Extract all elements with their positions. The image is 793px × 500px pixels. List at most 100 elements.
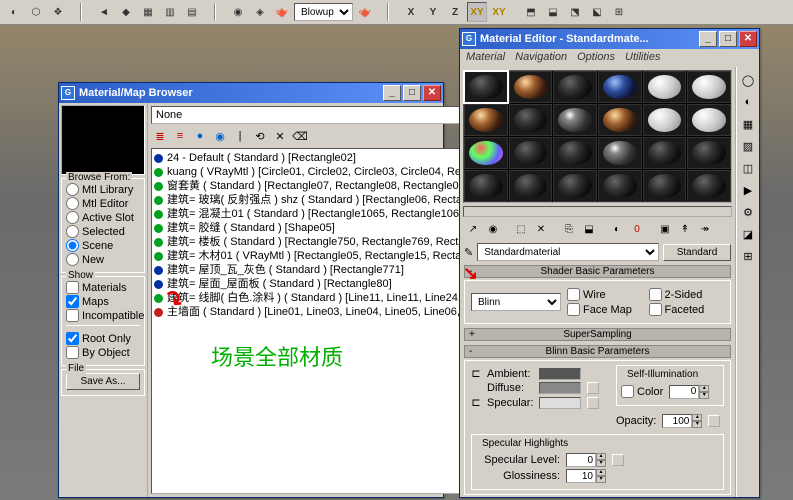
lock-icon[interactable]: ⊏ <box>471 396 481 409</box>
minimize-button[interactable]: _ <box>699 31 717 47</box>
tool-btn-e[interactable]: ⊞ <box>609 2 629 22</box>
sample-slot[interactable] <box>553 104 597 136</box>
tool-btn-track[interactable]: ▤ <box>182 2 202 22</box>
sample-slot[interactable] <box>509 170 553 202</box>
teapot-icon-2[interactable]: 🫖 <box>355 2 375 22</box>
radio-selected[interactable]: Selected <box>66 225 140 238</box>
opacity-spinner[interactable]: ▴▾ <box>662 414 702 428</box>
sample-slot[interactable] <box>643 137 687 169</box>
mat-nav-icon[interactable]: ⊞ <box>739 247 757 265</box>
close-button[interactable]: ✕ <box>739 31 757 47</box>
chk-wire[interactable]: Wire <box>567 288 643 301</box>
view-list-icon[interactable]: ≣ <box>151 127 169 145</box>
tool-redo[interactable]: ◆ <box>116 2 136 22</box>
sample-slot[interactable] <box>509 71 553 103</box>
view-list2-icon[interactable]: ≡ <box>171 127 189 145</box>
render-mode-select[interactable]: Blowup <box>294 3 353 21</box>
chk-incompatible[interactable]: Incompatible <box>66 309 140 322</box>
maximize-button[interactable]: □ <box>403 85 421 101</box>
sample-slot[interactable] <box>687 71 731 103</box>
sample-slot[interactable] <box>553 137 597 169</box>
make-unique-icon[interactable]: ⬓ <box>580 220 598 238</box>
sample-slot[interactable] <box>464 137 508 169</box>
sample-slot[interactable] <box>553 170 597 202</box>
shader-select[interactable]: Blinn <box>471 293 561 311</box>
specular-map-btn[interactable] <box>587 397 599 409</box>
reset-icon[interactable]: ✕ <box>532 220 550 238</box>
sample-type-icon[interactable]: ◯ <box>739 71 757 89</box>
radio-mtl-editor[interactable]: Mtl Editor <box>66 197 140 210</box>
axis-xy-button[interactable]: XY <box>467 2 487 22</box>
backlight-icon[interactable]: ◐ <box>739 93 757 111</box>
sample-slots[interactable] <box>463 70 732 203</box>
save-as-button[interactable]: Save As... <box>66 373 140 390</box>
make-copy-icon[interactable]: ⎘ <box>560 220 578 238</box>
chk-materials[interactable]: Materials <box>66 281 140 294</box>
options-icon[interactable]: ⚙ <box>739 203 757 221</box>
sample-slot[interactable] <box>598 137 642 169</box>
go-forward-icon[interactable]: ↠ <box>696 220 714 238</box>
radio-mtl-library[interactable]: Mtl Library <box>66 183 140 196</box>
delete-from-lib-icon[interactable]: ✕ <box>271 127 289 145</box>
show-map-icon[interactable]: 0 <box>628 220 646 238</box>
tool-btn-render1[interactable]: ◉ <box>228 2 248 22</box>
axis-y-button[interactable]: Y <box>423 2 443 22</box>
menu-options[interactable]: Options <box>577 51 615 65</box>
si-spinner[interactable]: ▴▾ <box>669 385 709 399</box>
select-by-mat-icon[interactable]: ◪ <box>739 225 757 243</box>
sample-slot[interactable] <box>598 170 642 202</box>
sample-slot[interactable] <box>509 104 553 136</box>
go-parent-icon[interactable]: ↟ <box>676 220 694 238</box>
menu-navigation[interactable]: Navigation <box>515 51 567 65</box>
make-preview-icon[interactable]: ▶ <box>739 181 757 199</box>
opacity-map-btn[interactable] <box>708 415 720 427</box>
axis-z-button[interactable]: Z <box>445 2 465 22</box>
put-to-lib-icon[interactable]: ◐ <box>608 220 626 238</box>
specular-swatch[interactable] <box>539 397 581 409</box>
radio-scene[interactable]: Scene <box>66 239 140 252</box>
sample-slot[interactable] <box>643 104 687 136</box>
close-button[interactable]: ✕ <box>423 85 441 101</box>
menu-material[interactable]: Material <box>466 51 505 65</box>
chk-by-object[interactable]: By Object <box>66 346 140 359</box>
sample-slot[interactable] <box>598 71 642 103</box>
rollup-supersampling-header[interactable]: SuperSampling <box>464 328 731 341</box>
tool-btn-b[interactable]: ⬓ <box>543 2 563 22</box>
pick-icon[interactable]: ✎ <box>464 246 473 259</box>
get-material-icon[interactable]: ↗ <box>464 220 482 238</box>
chk-root-only[interactable]: Root Only <box>66 332 140 345</box>
material-type-button[interactable]: Standard <box>663 244 731 261</box>
material-name-select[interactable]: Standardmaterial <box>477 243 659 261</box>
lock-icon[interactable]: ⊏ <box>471 367 481 380</box>
chk-maps[interactable]: Maps <box>66 295 140 308</box>
clear-lib-icon[interactable]: ⌫ <box>291 127 309 145</box>
tool-btn-1[interactable]: ◐ <box>4 2 24 22</box>
speclevel-spinner[interactable]: ▴▾ <box>566 453 606 467</box>
sample-slot[interactable] <box>687 104 731 136</box>
sample-slot[interactable] <box>553 71 597 103</box>
update-from-lib-icon[interactable]: ⟲ <box>251 127 269 145</box>
tool-btn-2[interactable]: ⬡ <box>26 2 46 22</box>
gloss-spinner[interactable]: ▴▾ <box>566 469 606 483</box>
sample-slot[interactable] <box>509 137 553 169</box>
rollup-shader-header[interactable]: Shader Basic Parameters <box>464 265 731 278</box>
sample-slot[interactable] <box>598 104 642 136</box>
background-icon[interactable]: ▦ <box>739 115 757 133</box>
chk-2sided[interactable]: 2-Sided <box>649 288 725 301</box>
view-small-icon[interactable]: ● <box>191 127 209 145</box>
rollup-blinn-header[interactable]: Blinn Basic Parameters <box>464 345 731 358</box>
teapot-icon[interactable]: 🫖 <box>272 2 292 22</box>
tool-btn-render2[interactable]: ◈ <box>250 2 270 22</box>
minimize-button[interactable]: _ <box>383 85 401 101</box>
assign-icon[interactable]: ⬚ <box>512 220 530 238</box>
diffuse-swatch[interactable] <box>539 382 581 394</box>
tool-btn-matlib[interactable]: ▥ <box>160 2 180 22</box>
tool-undo[interactable]: ◄ <box>94 2 114 22</box>
video-check-icon[interactable]: ◫ <box>739 159 757 177</box>
sample-slot[interactable] <box>643 170 687 202</box>
tool-btn-d[interactable]: ⬕ <box>587 2 607 22</box>
menu-utilities[interactable]: Utilities <box>625 51 660 65</box>
tool-btn-list[interactable]: ▦ <box>138 2 158 22</box>
tool-btn-a[interactable]: ⬒ <box>521 2 541 22</box>
tool-btn-3[interactable]: ❖ <box>48 2 68 22</box>
